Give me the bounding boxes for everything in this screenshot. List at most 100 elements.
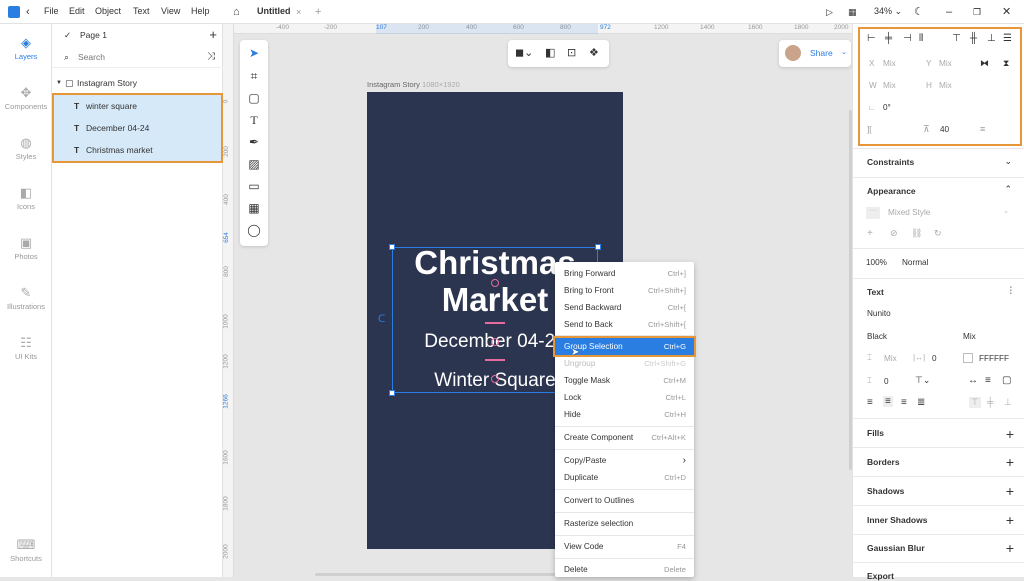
back-chevron-icon[interactable]: ‹: [26, 5, 30, 19]
image-tool-icon[interactable]: ▨: [240, 156, 268, 172]
share-button[interactable]: Share ⌄: [779, 40, 851, 67]
h-field[interactable]: Mix: [939, 81, 952, 90]
add-blur-icon[interactable]: +: [1006, 541, 1014, 555]
check-circle-icon[interactable]: ⊘: [890, 228, 898, 239]
style-swatch-icon[interactable]: ···: [866, 207, 880, 219]
appearance-heading[interactable]: Appearance: [867, 186, 916, 196]
add-inner-shadow-icon[interactable]: +: [1006, 513, 1014, 527]
chevron-down-icon[interactable]: ⌄: [1004, 156, 1012, 167]
selection-handle[interactable]: [389, 390, 395, 396]
distribute-v-icon[interactable]: ☰: [1003, 33, 1012, 44]
home-icon[interactable]: ⌂: [233, 5, 240, 19]
pen-tool-icon[interactable]: ✒: [240, 134, 268, 150]
chevron-up-icon[interactable]: ⌃: [1004, 184, 1012, 195]
horizontal-scrollbar[interactable]: [315, 573, 555, 576]
menu-file[interactable]: File: [44, 6, 59, 16]
valign-top-icon[interactable]: ⊤: [969, 397, 981, 408]
components-tool-icon[interactable]: ▦: [240, 200, 268, 216]
restore-icon[interactable]: ❐: [973, 5, 981, 19]
menu-bring-to-front[interactable]: Bring to Front Ctrl+Shift+]: [555, 282, 694, 299]
unlink-icon[interactable]: ⛓: [911, 228, 922, 239]
line-height-field[interactable]: Mix: [884, 354, 897, 363]
comment-tool-icon[interactable]: ◯: [240, 222, 268, 238]
rail-components[interactable]: ✥ Components: [0, 84, 52, 111]
blend-mode-select[interactable]: Normal: [902, 258, 928, 267]
menu-view-code[interactable]: View Code F4: [555, 538, 694, 555]
constraints-heading[interactable]: Constraints: [867, 157, 914, 167]
text-align-center-icon[interactable]: ≡: [883, 396, 893, 407]
auto-height-icon[interactable]: ≡: [985, 375, 991, 386]
menu-delete[interactable]: Delete Delete: [555, 561, 694, 578]
minimize-icon[interactable]: –: [946, 5, 952, 19]
menu-help[interactable]: Help: [191, 6, 210, 16]
rail-layers[interactable]: ◈ Layers: [0, 34, 52, 61]
app-logo-icon[interactable]: [8, 6, 20, 18]
distribute-h-icon[interactable]: ⫴: [919, 33, 923, 44]
menu-convert-to-outlines[interactable]: Convert to Outlines: [555, 492, 694, 509]
spacing-handle[interactable]: [491, 338, 499, 346]
menu-create-component[interactable]: Create Component Ctrl+Alt+K: [555, 429, 694, 446]
font-family-select[interactable]: Nunito: [867, 309, 891, 318]
rail-shortcuts[interactable]: ⌨ Shortcuts: [0, 536, 52, 563]
component-icon[interactable]: ❖: [589, 46, 599, 59]
text-settings-icon[interactable]: ⫶: [1010, 286, 1013, 297]
new-tab-icon[interactable]: +: [315, 5, 321, 19]
paragraph-spacing-field[interactable]: 0: [884, 377, 889, 386]
add-icon[interactable]: +: [867, 228, 873, 239]
collapse-icon[interactable]: ⤨: [207, 46, 215, 68]
zoom-level[interactable]: 34% ⌄: [874, 6, 902, 17]
valign-bottom-icon[interactable]: ⊥: [1004, 397, 1012, 408]
layer-item[interactable]: T Christmas market: [54, 139, 221, 161]
menu-rasterize-selection[interactable]: Rasterize selection: [555, 515, 694, 532]
menu-send-to-back[interactable]: Send to Back Ctrl+Shift+[: [555, 316, 694, 333]
rail-icons[interactable]: ◧ Icons: [0, 184, 52, 211]
opacity-field[interactable]: 100%: [866, 258, 887, 267]
selection-handle[interactable]: [389, 244, 395, 250]
align-middle-v-icon[interactable]: ╫: [970, 33, 977, 44]
text-color-field[interactable]: FFFFFF: [979, 354, 1009, 363]
font-size-field[interactable]: Mix: [963, 332, 976, 341]
text-resize-icon[interactable]: ⊤⌄: [915, 375, 930, 386]
y-field[interactable]: Mix: [939, 59, 952, 68]
dark-mode-icon[interactable]: ☾: [914, 5, 924, 19]
text-align-right-icon[interactable]: ≡: [901, 397, 907, 408]
menu-object[interactable]: Object: [95, 6, 121, 16]
w-field[interactable]: Mix: [883, 81, 896, 90]
menu-text[interactable]: Text: [133, 6, 150, 16]
doc-tab-title[interactable]: Untitled: [257, 6, 291, 16]
spacing-handle[interactable]: [491, 279, 499, 287]
rectangle-tool-icon[interactable]: ▢: [240, 90, 268, 106]
x-field[interactable]: Mix: [883, 59, 896, 68]
add-page-icon[interactable]: +: [209, 24, 217, 46]
spacing-field[interactable]: 40: [940, 125, 949, 134]
menu-hide[interactable]: Hide Ctrl+H: [555, 406, 694, 423]
menu-copy-paste[interactable]: Copy/Paste ›: [555, 452, 694, 469]
font-weight-select[interactable]: Black: [867, 332, 887, 341]
rail-styles[interactable]: ◍ Styles: [0, 134, 52, 161]
menu-edit[interactable]: Edit: [69, 6, 85, 16]
menu-duplicate[interactable]: Duplicate Ctrl+D: [555, 469, 694, 486]
selection-handle[interactable]: [595, 244, 601, 250]
align-right-icon[interactable]: ⊣: [903, 33, 912, 44]
text-align-left-icon[interactable]: ≡: [867, 397, 873, 408]
spacing-handle[interactable]: [491, 375, 499, 383]
grid-menu-icon[interactable]: ▦: [848, 5, 857, 19]
align-center-h-icon[interactable]: ╪: [885, 33, 892, 44]
artboard-label[interactable]: Instagram Story 1080×1920: [367, 80, 460, 89]
menu-send-backward[interactable]: Send Backward Ctrl+[: [555, 299, 694, 316]
text-tool-icon[interactable]: T: [240, 112, 268, 128]
spacing-options-icon[interactable]: ≡: [980, 124, 985, 134]
mask-icon[interactable]: ◧: [545, 46, 555, 59]
frame-tool-icon[interactable]: ⌗: [240, 68, 268, 84]
auto-width-icon[interactable]: ↔: [968, 375, 978, 386]
boolean-ops-icon[interactable]: ◼⌄: [515, 46, 533, 59]
add-border-icon[interactable]: +: [1006, 455, 1014, 469]
flip-vertical-icon[interactable]: ⧗: [1003, 58, 1009, 69]
layer-item[interactable]: T December 04-24: [54, 117, 221, 139]
search-input[interactable]: [78, 50, 188, 64]
fixed-size-icon[interactable]: ▢: [1002, 375, 1011, 386]
menu-toggle-mask[interactable]: Toggle Mask Ctrl+M: [555, 372, 694, 389]
layer-item[interactable]: T winter square: [54, 95, 221, 117]
rail-illustrations[interactable]: ✎ Illustrations: [0, 284, 52, 311]
menu-lock[interactable]: Lock Ctrl+L: [555, 389, 694, 406]
